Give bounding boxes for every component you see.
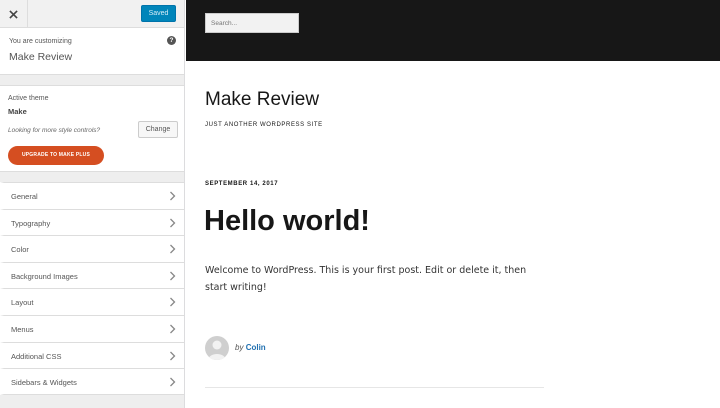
panel-label: Color (11, 245, 29, 255)
close-icon[interactable] (0, 0, 28, 28)
upgrade-button[interactable]: UPGRADE TO MAKE PLUS (8, 146, 104, 165)
theme-section: Active theme Make Looking for more style… (0, 85, 184, 172)
chevron-right-icon (170, 324, 176, 334)
site-tagline: Just another WordPress site (205, 122, 323, 128)
divider (205, 387, 544, 388)
chevron-right-icon (170, 244, 176, 254)
panel-color[interactable]: Color (0, 235, 184, 262)
panel-background-images[interactable]: Background Images (0, 261, 184, 289)
author-link[interactable]: Colin (246, 343, 266, 352)
panel-label: Menus (11, 324, 34, 334)
site-header (186, 0, 720, 61)
post-title[interactable]: Hello world! (204, 205, 370, 238)
panel-sidebars-widgets[interactable]: Sidebars & Widgets (0, 368, 184, 395)
panel-label: Sidebars & Widgets (11, 378, 77, 388)
site-preview: Make Review Just another WordPress site … (186, 0, 720, 408)
chevron-right-icon (170, 351, 176, 361)
author-avatar (205, 336, 229, 360)
panel-label: Additional CSS (11, 351, 62, 361)
panel-label: Typography (11, 218, 51, 228)
panel-list: General Typography Color Background Imag… (0, 182, 184, 395)
panel-layout[interactable]: Layout (0, 288, 184, 315)
active-theme-label: Active theme (8, 95, 49, 102)
post-byline: by Colin (235, 343, 266, 352)
panel-menus[interactable]: Menus (0, 314, 184, 342)
change-theme-button[interactable]: Change (138, 121, 178, 138)
site-name: Make Review (9, 51, 73, 63)
panel-typography[interactable]: Typography (0, 208, 184, 236)
chevron-right-icon (170, 218, 176, 228)
post-date[interactable]: September 14, 2017 (205, 181, 278, 187)
customizer-window: Saved You are customizing Make Review ? … (0, 0, 720, 408)
chevron-right-icon (170, 191, 176, 201)
byline-by: by (235, 343, 244, 352)
panel-additional-css[interactable]: Additional CSS (0, 341, 184, 369)
panel-label: Layout (11, 298, 34, 308)
save-button[interactable]: Saved (141, 5, 176, 22)
chevron-right-icon (170, 271, 176, 281)
post-content: Welcome to WordPress. This is your first… (205, 265, 527, 293)
panel-label: Background Images (11, 271, 78, 281)
panel-general[interactable]: General (0, 182, 184, 209)
chevron-right-icon (170, 377, 176, 387)
customizer-header: Saved (0, 0, 184, 28)
help-icon[interactable]: ? (167, 36, 176, 45)
customizing-label: You are customizing (9, 38, 72, 45)
panel-label: General (11, 192, 38, 201)
customizer-sidebar: Saved You are customizing Make Review ? … (0, 0, 185, 408)
customizer-info: You are customizing Make Review ? (0, 28, 184, 75)
search-input[interactable] (205, 13, 299, 33)
chevron-right-icon (170, 297, 176, 307)
theme-name: Make (8, 107, 27, 116)
site-title[interactable]: Make Review (205, 89, 319, 111)
more-controls-text: Looking for more style controls? (8, 127, 101, 134)
